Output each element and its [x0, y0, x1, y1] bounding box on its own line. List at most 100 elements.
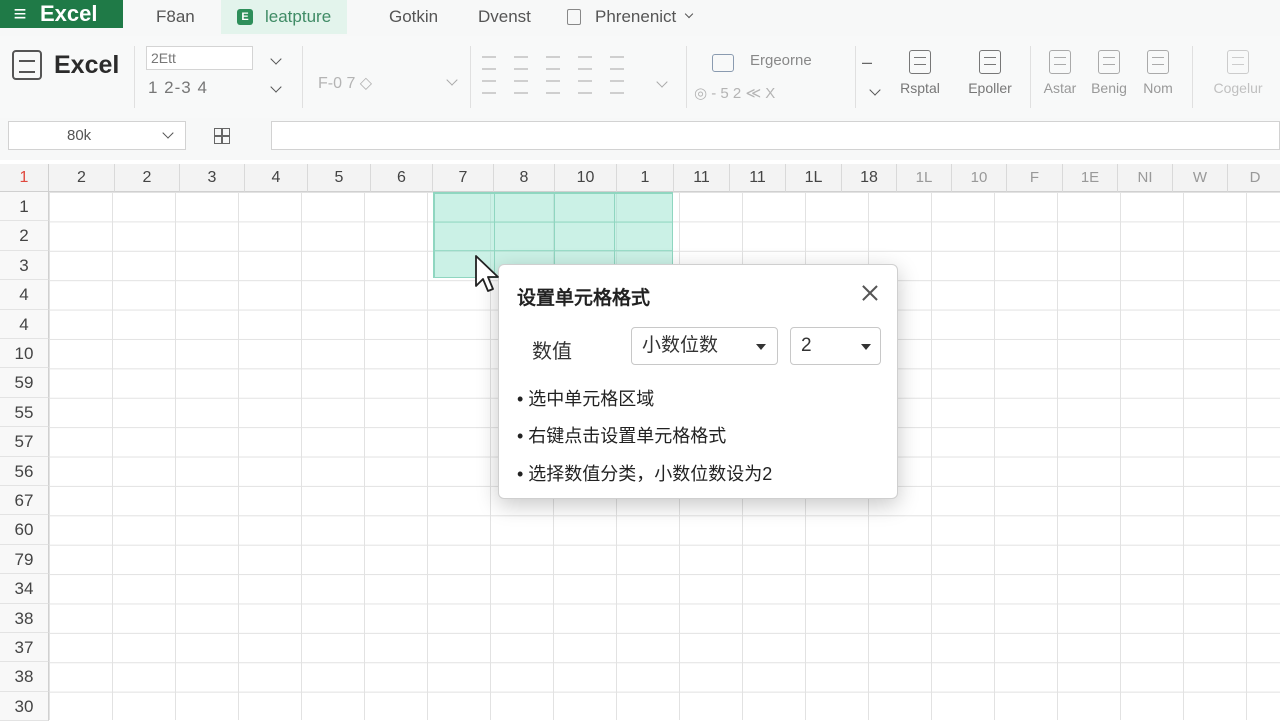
row-header[interactable]: 60 — [0, 515, 49, 545]
column-header[interactable]: 1E — [1063, 164, 1118, 192]
ribbon-divider — [302, 46, 303, 108]
select-all-corner[interactable]: 1 — [0, 164, 49, 192]
chevron-down-icon[interactable] — [270, 53, 282, 65]
styles-sub-row[interactable]: ◎ - 5 2 ≪ X — [694, 84, 775, 102]
row-header[interactable]: 38 — [0, 662, 49, 692]
column-header[interactable]: 1L — [786, 164, 842, 192]
app-badge[interactable]: ≡ Excel — [0, 0, 123, 28]
chevron-down-icon[interactable] — [656, 76, 668, 88]
column-header[interactable]: 11 — [674, 164, 730, 192]
menu-icon[interactable]: ≡ — [0, 3, 40, 25]
menu-item-4[interactable]: Dvenst — [478, 0, 531, 34]
column-header[interactable]: 1L — [897, 164, 952, 192]
row-header[interactable]: 37 — [0, 633, 49, 663]
styles-icon[interactable] — [712, 54, 734, 72]
ribbon-button-5-icon — [1147, 50, 1169, 74]
ribbon-button-1-label: Rsptal — [900, 80, 940, 96]
ribbon-divider — [855, 46, 856, 108]
menu-item-3[interactable]: Gotkin — [389, 0, 438, 34]
ribbon-button-4-icon — [1098, 50, 1120, 74]
insert-function-icon[interactable] — [214, 128, 230, 144]
menu-item-1[interactable]: F8an — [156, 0, 195, 34]
name-box[interactable]: 80k — [8, 121, 186, 150]
category-select[interactable]: 小数位数 — [631, 327, 778, 365]
row-header[interactable]: 55 — [0, 397, 49, 428]
row-header[interactable]: 79 — [0, 544, 49, 575]
excel-logo-icon — [12, 50, 42, 80]
instruction-step-3: • 选择数值分类，小数位数设为2 — [517, 464, 773, 484]
formula-bar: 80k — [0, 118, 1280, 160]
column-header[interactable]: 7 — [433, 164, 494, 192]
instruction-step-2: • 右键点击设置单元格格式 — [517, 426, 727, 446]
alignment-group[interactable]: F-0 7 ◇ — [318, 73, 372, 93]
ribbon-button-2[interactable]: Epoller — [958, 50, 1022, 96]
row-header[interactable]: 67 — [0, 486, 49, 516]
ribbon-app-label: Excel — [54, 50, 120, 79]
row-header[interactable]: 3 — [0, 250, 49, 281]
row-header[interactable]: 57 — [0, 427, 49, 457]
column-header[interactable]: 1 — [617, 164, 674, 192]
sheet-icon: E — [237, 9, 253, 25]
ribbon-button-1[interactable]: Rsptal — [888, 50, 952, 96]
row-header[interactable]: 4 — [0, 280, 49, 310]
font-name-box[interactable]: 2Ett — [146, 46, 253, 70]
ribbon-divider — [134, 46, 135, 108]
font-size-row[interactable]: 1 2-3 4 — [148, 78, 208, 98]
row-header[interactable]: 38 — [0, 603, 49, 633]
column-header[interactable]: 2 — [115, 164, 180, 192]
column-header[interactable]: 6 — [371, 164, 433, 192]
ribbon-button-2-label: Epoller — [968, 80, 1012, 96]
ribbon-button-3-icon — [1049, 50, 1071, 74]
column-header[interactable]: D — [1228, 164, 1280, 192]
column-header[interactable]: 11 — [730, 164, 786, 192]
category-select-value: 小数位数 — [642, 335, 719, 356]
column-header[interactable]: W — [1173, 164, 1228, 192]
menu-item-2[interactable]: E leatpture — [221, 0, 348, 34]
row-header[interactable]: 4 — [0, 309, 49, 339]
formula-input[interactable] — [271, 121, 1280, 150]
row-header[interactable]: 1 — [0, 192, 49, 222]
close-icon[interactable] — [859, 282, 881, 304]
ribbon-button-1-icon — [909, 50, 931, 74]
chevron-down-icon — [861, 344, 871, 350]
number-label: 数值 — [532, 341, 572, 363]
ribbon: Excel 2Ett 1 2-3 4 F-0 7 ◇ Ergeorne ◎ - … — [0, 36, 1280, 119]
chevron-down-icon[interactable] — [446, 74, 458, 86]
decimal-places-select[interactable]: 2 — [790, 327, 881, 365]
row-header[interactable]: 56 — [0, 456, 49, 486]
ribbon-button-6-label: Cogelur — [1213, 80, 1263, 96]
menu-item-5[interactable]: Phrenenict — [567, 0, 694, 34]
chevron-down-icon[interactable] — [869, 84, 881, 96]
chevron-down-icon — [685, 9, 694, 19]
pointer-cursor-icon — [475, 255, 499, 292]
ribbon-button-6[interactable]: Cogelur — [1206, 50, 1270, 96]
menu-item-2-label: leatpture — [265, 7, 332, 26]
column-header[interactable]: 4 — [245, 164, 308, 192]
row-header[interactable]: 2 — [0, 221, 49, 251]
chevron-down-icon[interactable] — [270, 81, 282, 93]
menu-item-5-label: Phrenenict — [595, 7, 677, 26]
row-header[interactable]: 10 — [0, 339, 49, 369]
column-header[interactable]: 3 — [180, 164, 245, 192]
document-icon — [567, 9, 581, 25]
row-header[interactable]: 30 — [0, 691, 49, 721]
column-header[interactable]: 5 — [308, 164, 371, 192]
column-header[interactable]: 18 — [842, 164, 897, 192]
column-header[interactable]: 10 — [952, 164, 1007, 192]
column-header[interactable]: 2 — [49, 164, 115, 192]
column-header[interactable]: 8 — [494, 164, 555, 192]
minus-icon[interactable]: – — [862, 52, 872, 73]
column-header[interactable]: F — [1007, 164, 1063, 192]
format-cells-dialog: 设置单元格格式 数值 小数位数 2 • 选中单元格区域 • 右键点击设置单元格格… — [498, 264, 898, 499]
ribbon-divider — [686, 46, 687, 108]
ribbon-divider — [470, 46, 471, 108]
ribbon-divider — [1192, 46, 1193, 108]
column-header[interactable]: NI — [1118, 164, 1173, 192]
column-header[interactable]: 10 — [555, 164, 617, 192]
ribbon-button-5[interactable]: Nom — [1126, 50, 1190, 96]
row-header[interactable]: 34 — [0, 574, 49, 604]
ribbon-button-6-icon — [1227, 50, 1249, 74]
row-header[interactable]: 59 — [0, 368, 49, 398]
app-name: Excel — [40, 1, 98, 26]
styles-label[interactable]: Ergeorne — [750, 52, 812, 69]
